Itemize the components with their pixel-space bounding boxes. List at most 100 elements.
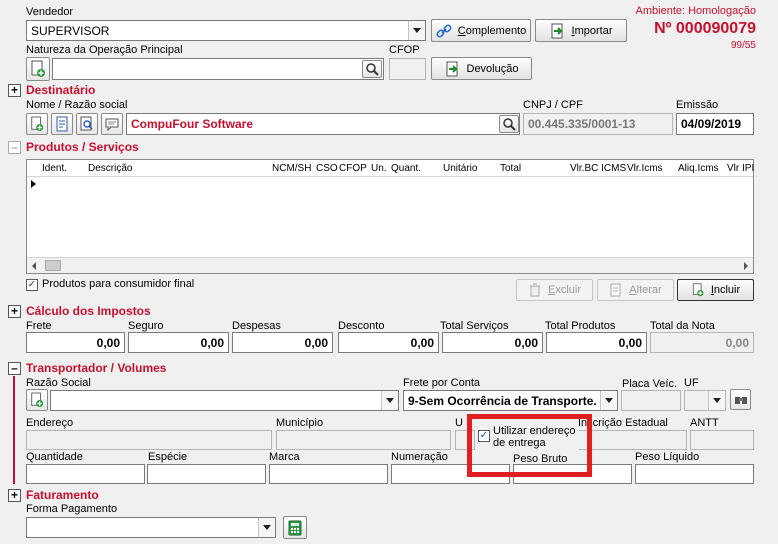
chevron-down-icon[interactable] [258, 518, 275, 537]
add-transportador-button[interactable] [26, 389, 48, 411]
add-destinatario-button[interactable] [26, 113, 48, 135]
destinatario-name-input[interactable]: CompuFour Software [126, 113, 520, 135]
despesas-input[interactable]: 0,00 [232, 332, 333, 353]
col-vlr-ipi: Vlr IPI [727, 163, 755, 174]
calculator-button[interactable] [283, 516, 307, 539]
total-nota-label: Total da Nota [650, 320, 715, 332]
impostos-expand-icon[interactable]: + [8, 305, 21, 318]
col-vlr-icms: Vlr.Icms [627, 163, 663, 174]
impostos-title: Cálculo dos Impostos [26, 304, 151, 318]
peso-liquido-input[interactable] [635, 464, 754, 484]
alterar-label: Alterar [629, 284, 662, 296]
complemento-label: Complemento [457, 24, 527, 37]
transportador-select[interactable] [50, 390, 399, 411]
endereco-input[interactable] [26, 430, 272, 450]
scroll-right-icon[interactable] [744, 262, 748, 270]
scroll-thumb[interactable] [45, 260, 61, 271]
emissao-input[interactable]: 04/09/2019 [676, 113, 754, 135]
seguro-label: Seguro [128, 320, 164, 332]
frete-label: Frete [26, 320, 52, 332]
binoculars-icon [734, 396, 747, 404]
chevron-down-icon[interactable] [600, 391, 617, 410]
complemento-button[interactable]: Complemento [431, 19, 531, 42]
quantidade-input[interactable] [26, 464, 145, 484]
new-document-icon [31, 60, 45, 77]
marca-label: Marca [269, 451, 300, 463]
frete-input[interactable]: 0,00 [26, 332, 125, 353]
consumidor-final-checkbox[interactable]: ✓ [26, 279, 38, 291]
total-nota-input[interactable]: 0,00 [650, 332, 754, 353]
total-produtos-value: 0,00 [618, 336, 642, 350]
seguro-input[interactable]: 0,00 [128, 332, 229, 353]
link-icon [436, 23, 452, 38]
produtos-grid[interactable]: Ident. Descrição NCM/SH CSO CFOP Un. Qua… [26, 159, 754, 274]
total-servicos-input[interactable]: 0,00 [442, 332, 543, 353]
quantidade-label: Quantidade [26, 451, 83, 463]
cfop-input[interactable] [389, 58, 426, 80]
natureza-label: Natureza da Operação Principal [26, 44, 183, 56]
municipio-input[interactable] [276, 430, 451, 450]
alterar-button[interactable]: Alterar [597, 279, 674, 301]
frete-value: 0,00 [96, 336, 120, 350]
especie-label: Espécie [148, 451, 188, 463]
devolucao-label: Devolução [466, 62, 519, 75]
horizontal-scrollbar[interactable] [27, 257, 753, 273]
calculator-icon [288, 520, 302, 535]
faturamento-expand-icon[interactable]: + [8, 489, 21, 502]
chevron-down-icon[interactable] [381, 391, 398, 410]
produtos-collapse-icon[interactable]: – [8, 141, 21, 154]
devolucao-button[interactable]: Devolução [431, 57, 532, 80]
forma-pagamento-select[interactable] [26, 517, 276, 538]
new-document-icon [31, 116, 44, 131]
col-cso: CSO [316, 163, 338, 174]
note-number: Nº 000090079 [654, 20, 756, 37]
placa-input[interactable] [621, 390, 681, 411]
total-produtos-input[interactable]: 0,00 [546, 332, 647, 353]
transportador-title: Transportador / Volumes [26, 361, 167, 375]
despesas-value: 0,00 [304, 336, 328, 350]
section-divider [13, 376, 15, 484]
ie-input[interactable] [578, 430, 687, 450]
cnpj-input[interactable]: 00.445.335/0001-13 [523, 113, 673, 135]
search-destinatario-button[interactable] [76, 113, 98, 135]
peso-liquido-label: Peso Líquido [635, 451, 700, 463]
col-un: Un. [371, 163, 387, 174]
uf-select[interactable] [684, 390, 726, 411]
destinatario-search-button[interactable] [499, 115, 519, 133]
vendedor-select[interactable]: SUPERVISOR [26, 20, 426, 41]
col-descricao: Descrição [88, 163, 133, 174]
natureza-search-button[interactable] [362, 60, 382, 78]
especie-input[interactable] [147, 464, 266, 484]
col-ident: Ident. [42, 163, 68, 174]
edit-destinatario-button[interactable] [51, 113, 73, 135]
add-natureza-button[interactable] [26, 57, 50, 81]
row-indicator-icon [31, 180, 36, 188]
vendedor-label: Vendedor [26, 6, 74, 18]
destinatario-name-label: Nome / Razão social [26, 99, 128, 111]
col-unitario: Unitário [443, 163, 478, 174]
chevron-down-icon[interactable] [408, 21, 425, 40]
desconto-label: Desconto [338, 320, 385, 332]
veiculo-search-button[interactable] [730, 389, 751, 410]
emissao-label: Emissão [676, 99, 719, 111]
excluir-label: Excluir [547, 284, 581, 296]
natureza-input[interactable] [52, 58, 384, 80]
environment-label: Ambiente: Homologação [635, 5, 756, 17]
seguro-value: 0,00 [200, 336, 224, 350]
marca-input[interactable] [269, 464, 388, 484]
frete-conta-label: Frete por Conta [403, 377, 481, 389]
destinatario-expand-icon[interactable]: + [8, 84, 21, 97]
desconto-value: 0,00 [410, 336, 434, 350]
antt-input[interactable] [690, 430, 754, 450]
edit-icon [610, 283, 621, 297]
scroll-left-icon[interactable] [32, 262, 36, 270]
transportador-collapse-icon[interactable]: – [8, 362, 21, 375]
excluir-button[interactable]: Excluir [516, 279, 593, 301]
antt-label: ANTT [690, 417, 719, 429]
incluir-button[interactable]: Incluir [677, 279, 754, 301]
chevron-down-icon[interactable] [708, 391, 725, 410]
frete-conta-select[interactable]: 9-Sem Ocorrência de Transporte. [403, 390, 618, 411]
message-destinatario-button[interactable] [101, 113, 123, 135]
desconto-input[interactable]: 0,00 [338, 332, 439, 353]
search-icon [503, 118, 516, 131]
